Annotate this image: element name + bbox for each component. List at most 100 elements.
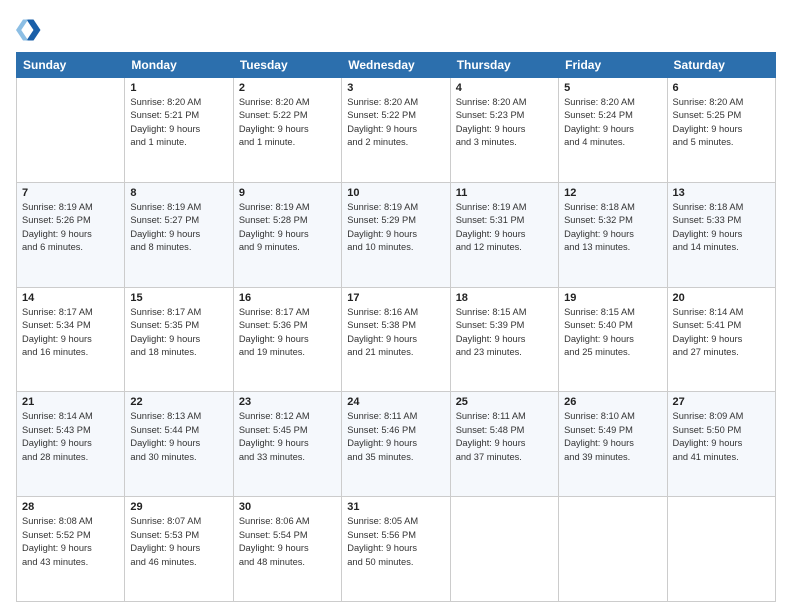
- day-number: 11: [456, 187, 553, 199]
- calendar-cell: 17Sunrise: 8:16 AMSunset: 5:38 PMDayligh…: [342, 287, 450, 392]
- calendar-cell: 5Sunrise: 8:20 AMSunset: 5:24 PMDaylight…: [559, 78, 667, 183]
- calendar-week-row: 21Sunrise: 8:14 AMSunset: 5:43 PMDayligh…: [17, 392, 776, 497]
- day-info: Sunrise: 8:11 AMSunset: 5:48 PMDaylight:…: [456, 410, 553, 464]
- calendar-cell: 9Sunrise: 8:19 AMSunset: 5:28 PMDaylight…: [233, 182, 341, 287]
- day-info: Sunrise: 8:20 AMSunset: 5:22 PMDaylight:…: [239, 96, 336, 150]
- logo: [16, 16, 46, 44]
- calendar-cell: 16 Sunrise: 8:17 AMSunset: 5:36 PMDayligh…: [233, 287, 341, 392]
- weekday-header-row: SundayMondayTuesdayWednesdayThursdayFrid…: [17, 53, 776, 78]
- day-number: 14: [22, 292, 119, 304]
- calendar-cell: 10 Sunrise: 8:19 AMSunset: 5:29 PMDayligh…: [342, 182, 450, 287]
- weekday-header: Wednesday: [342, 53, 450, 78]
- calendar-cell: 3 Sunrise: 8:20 AMSunset: 5:22 PMDaylight…: [342, 78, 450, 183]
- day-number: 4: [456, 82, 553, 94]
- day-info: Sunrise: 8:14 AMSunset: 5:41 PMDaylight:…: [673, 306, 770, 360]
- weekday-header: Saturday: [667, 53, 775, 78]
- day-number: 12: [564, 187, 661, 199]
- calendar-cell: 23 Sunrise: 8:12 AMSunset: 5:45 PMDayligh…: [233, 392, 341, 497]
- calendar-cell: 20 Sunrise: 8:14 AMSunset: 5:41 PMDayligh…: [667, 287, 775, 392]
- calendar-table: SundayMondayTuesdayWednesdayThursdayFrid…: [16, 52, 776, 602]
- day-number: 10: [347, 187, 444, 199]
- calendar-cell: 14 Sunrise: 8:17 AMSunset: 5:34 PMDayligh…: [17, 287, 125, 392]
- day-number: 28: [22, 501, 119, 513]
- calendar-cell: 25Sunrise: 8:11 AMSunset: 5:48 PMDayligh…: [450, 392, 558, 497]
- header: [16, 16, 776, 44]
- day-number: 22: [130, 396, 227, 408]
- day-number: 6: [673, 82, 770, 94]
- day-number: 21: [22, 396, 119, 408]
- day-number: 30: [239, 501, 336, 513]
- day-info: Sunrise: 8:20 AMSunset: 5:22 PMDaylight:…: [347, 96, 444, 150]
- day-info: Sunrise: 8:08 AMSunset: 5:52 PMDaylight:…: [22, 515, 119, 569]
- day-number: 26: [564, 396, 661, 408]
- calendar-cell: [667, 497, 775, 602]
- day-number: 16: [239, 292, 336, 304]
- day-number: 27: [673, 396, 770, 408]
- day-info: Sunrise: 8:18 AMSunset: 5:33 PMDaylight:…: [673, 201, 770, 255]
- calendar-cell: 19 Sunrise: 8:15 AMSunset: 5:40 PMDayligh…: [559, 287, 667, 392]
- weekday-header: Friday: [559, 53, 667, 78]
- calendar-week-row: 7 Sunrise: 8:19 AMSunset: 5:26 PMDaylight…: [17, 182, 776, 287]
- weekday-header: Monday: [125, 53, 233, 78]
- calendar-week-row: 14 Sunrise: 8:17 AMSunset: 5:34 PMDayligh…: [17, 287, 776, 392]
- calendar-cell: 11 Sunrise: 8:19 AMSunset: 5:31 PMDayligh…: [450, 182, 558, 287]
- calendar-week-row: 28 Sunrise: 8:08 AMSunset: 5:52 PMDayligh…: [17, 497, 776, 602]
- day-info: Sunrise: 8:19 AMSunset: 5:29 PMDaylight:…: [347, 201, 444, 255]
- day-info: Sunrise: 8:19 AMSunset: 5:26 PMDaylight:…: [22, 201, 119, 255]
- calendar-cell: 22Sunrise: 8:13 AMSunset: 5:44 PMDayligh…: [125, 392, 233, 497]
- day-info: Sunrise: 8:20 AMSunset: 5:24 PMDaylight:…: [564, 96, 661, 150]
- calendar-cell: 4 Sunrise: 8:20 AMSunset: 5:23 PMDaylight…: [450, 78, 558, 183]
- day-number: 1: [130, 82, 227, 94]
- logo-icon: [16, 16, 44, 44]
- day-number: 23: [239, 396, 336, 408]
- day-number: 15: [130, 292, 227, 304]
- calendar-cell: 6 Sunrise: 8:20 AMSunset: 5:25 PMDaylight…: [667, 78, 775, 183]
- calendar-cell: 12 Sunrise: 8:18 AMSunset: 5:32 PMDayligh…: [559, 182, 667, 287]
- day-info: Sunrise: 8:20 AMSunset: 5:21 PMDaylight:…: [130, 96, 227, 150]
- page: SundayMondayTuesdayWednesdayThursdayFrid…: [0, 0, 792, 612]
- day-info: Sunrise: 8:18 AMSunset: 5:32 PMDaylight:…: [564, 201, 661, 255]
- calendar-cell: 21Sunrise: 8:14 AMSunset: 5:43 PMDayligh…: [17, 392, 125, 497]
- day-info: Sunrise: 8:12 AMSunset: 5:45 PMDaylight:…: [239, 410, 336, 464]
- day-info: Sunrise: 8:20 AMSunset: 5:25 PMDaylight:…: [673, 96, 770, 150]
- day-info: Sunrise: 8:11 AMSunset: 5:46 PMDaylight:…: [347, 410, 444, 464]
- day-info: Sunrise: 8:05 AMSunset: 5:56 PMDaylight:…: [347, 515, 444, 569]
- calendar-cell: 31 Sunrise: 8:05 AMSunset: 5:56 PMDayligh…: [342, 497, 450, 602]
- calendar-cell: 27 Sunrise: 8:09 AMSunset: 5:50 PMDayligh…: [667, 392, 775, 497]
- day-info: Sunrise: 8:15 AMSunset: 5:40 PMDaylight:…: [564, 306, 661, 360]
- day-info: Sunrise: 8:10 AMSunset: 5:49 PMDaylight:…: [564, 410, 661, 464]
- day-info: Sunrise: 8:19 AMSunset: 5:28 PMDaylight:…: [239, 201, 336, 255]
- calendar-cell: 13 Sunrise: 8:18 AMSunset: 5:33 PMDayligh…: [667, 182, 775, 287]
- day-info: Sunrise: 8:06 AMSunset: 5:54 PMDaylight:…: [239, 515, 336, 569]
- day-number: 8: [130, 187, 227, 199]
- day-info: Sunrise: 8:16 AMSunset: 5:38 PMDaylight:…: [347, 306, 444, 360]
- day-info: Sunrise: 8:17 AMSunset: 5:34 PMDaylight:…: [22, 306, 119, 360]
- day-info: Sunrise: 8:17 AMSunset: 5:35 PMDaylight:…: [130, 306, 227, 360]
- day-info: Sunrise: 8:17 AMSunset: 5:36 PMDaylight:…: [239, 306, 336, 360]
- day-number: 29: [130, 501, 227, 513]
- calendar-cell: 28 Sunrise: 8:08 AMSunset: 5:52 PMDayligh…: [17, 497, 125, 602]
- day-info: Sunrise: 8:19 AMSunset: 5:27 PMDaylight:…: [130, 201, 227, 255]
- day-number: 7: [22, 187, 119, 199]
- weekday-header: Thursday: [450, 53, 558, 78]
- calendar-cell: 2Sunrise: 8:20 AMSunset: 5:22 PMDaylight…: [233, 78, 341, 183]
- calendar-cell: 15 Sunrise: 8:17 AMSunset: 5:35 PMDayligh…: [125, 287, 233, 392]
- day-info: Sunrise: 8:20 AMSunset: 5:23 PMDaylight:…: [456, 96, 553, 150]
- day-number: 13: [673, 187, 770, 199]
- day-info: Sunrise: 8:09 AMSunset: 5:50 PMDaylight:…: [673, 410, 770, 464]
- day-info: Sunrise: 8:19 AMSunset: 5:31 PMDaylight:…: [456, 201, 553, 255]
- calendar-cell: 8 Sunrise: 8:19 AMSunset: 5:27 PMDaylight…: [125, 182, 233, 287]
- calendar-cell: [559, 497, 667, 602]
- weekday-header: Tuesday: [233, 53, 341, 78]
- day-number: 18: [456, 292, 553, 304]
- day-number: 19: [564, 292, 661, 304]
- day-number: 31: [347, 501, 444, 513]
- day-number: 20: [673, 292, 770, 304]
- calendar-cell: 29 Sunrise: 8:07 AMSunset: 5:53 PMDayligh…: [125, 497, 233, 602]
- calendar-cell: 1 Sunrise: 8:20 AMSunset: 5:21 PMDaylight…: [125, 78, 233, 183]
- calendar-cell: [450, 497, 558, 602]
- day-info: Sunrise: 8:07 AMSunset: 5:53 PMDaylight:…: [130, 515, 227, 569]
- calendar-cell: 7 Sunrise: 8:19 AMSunset: 5:26 PMDaylight…: [17, 182, 125, 287]
- day-number: 3: [347, 82, 444, 94]
- day-number: 24: [347, 396, 444, 408]
